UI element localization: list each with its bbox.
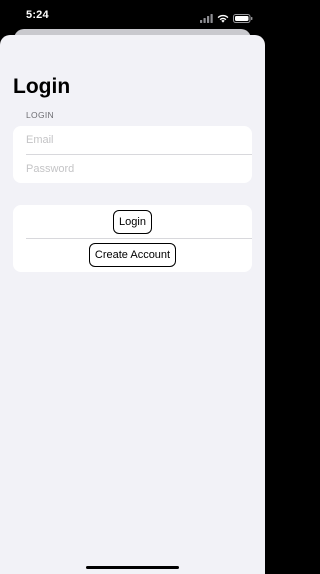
create-account-row: Create Account xyxy=(13,239,252,272)
battery-icon xyxy=(233,10,253,28)
create-account-button[interactable]: Create Account xyxy=(88,243,177,267)
status-bar: 5:24 xyxy=(0,0,265,30)
email-field[interactable] xyxy=(26,126,242,154)
login-row: Login xyxy=(13,205,252,238)
login-button[interactable]: Login xyxy=(113,209,152,234)
actions-group: Login Create Account xyxy=(13,205,252,272)
password-row xyxy=(13,154,252,183)
status-time: 5:24 xyxy=(26,9,49,21)
home-indicator[interactable] xyxy=(86,566,179,569)
credentials-group xyxy=(13,126,252,183)
password-field[interactable] xyxy=(26,154,242,183)
login-sheet: Login LOGIN Login Create Account xyxy=(0,35,265,574)
email-row xyxy=(13,126,252,154)
app-screen: 5:24 Login LOGIN Email Login Create Acco… xyxy=(0,0,265,574)
wifi-icon xyxy=(217,10,229,28)
page-title: Login xyxy=(13,75,71,98)
cellular-icon xyxy=(200,10,213,28)
status-icons xyxy=(200,10,253,28)
section-header-login: LOGIN xyxy=(26,110,54,120)
